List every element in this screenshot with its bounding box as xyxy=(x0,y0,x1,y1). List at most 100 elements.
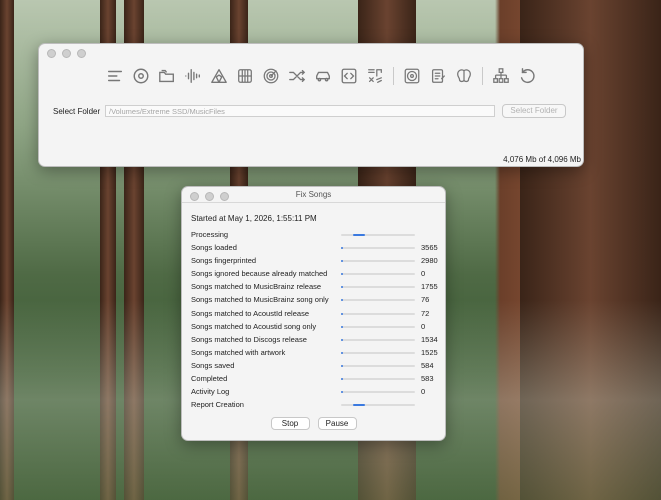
progress-row-value: 2980 xyxy=(421,256,438,266)
undo-icon[interactable] xyxy=(517,66,537,86)
progress-row-label: Completed xyxy=(191,374,228,384)
progress-bar-fill xyxy=(341,260,343,263)
progress-row: Songs ignored because already matched 0 xyxy=(191,268,441,281)
select-folder-button[interactable]: Select Folder xyxy=(502,104,566,118)
progress-row-label: Report Creation xyxy=(191,400,244,410)
disc-icon[interactable] xyxy=(131,66,151,86)
title-divider xyxy=(182,202,445,203)
flowchart-icon[interactable] xyxy=(491,66,511,86)
progress-bar-fill xyxy=(341,312,343,315)
clipboard-icon[interactable] xyxy=(428,66,448,86)
progress-bar-fill xyxy=(341,273,343,276)
progress-bar xyxy=(341,338,415,341)
progress-row-value: 583 xyxy=(421,374,434,384)
progress-bar xyxy=(341,351,415,354)
progress-row: Songs matched to AcoustId release 72 xyxy=(191,308,441,321)
progress-row: Songs matched to MusicBrainz song only 76 xyxy=(191,294,441,307)
progress-row: Processing xyxy=(191,229,441,242)
waveform-icon[interactable] xyxy=(183,66,203,86)
progress-bar-fill xyxy=(341,351,343,354)
progress-row: Songs matched to MusicBrainz release 1755 xyxy=(191,281,441,294)
progress-row: Songs matched to Acoustid song only 0 xyxy=(191,321,441,334)
progress-bar-fill xyxy=(341,364,343,367)
progress-row-label: Songs matched to Discogs release xyxy=(191,334,307,344)
progress-bar xyxy=(341,391,415,394)
progress-bar xyxy=(341,273,415,276)
progress-row-value: 1525 xyxy=(421,347,438,357)
close-window-button[interactable] xyxy=(47,49,56,58)
fix-songs-window: Fix Songs Started at May 1, 2026, 1:55:1… xyxy=(181,186,446,441)
progress-row: Completed 583 xyxy=(191,373,441,386)
window-controls xyxy=(47,49,86,58)
folder-path-field[interactable]: /Volumes/Extreme SSD/MusicFiles xyxy=(105,105,495,117)
progress-row-value: 3565 xyxy=(421,243,438,253)
progress-row-label: Songs fingerprinted xyxy=(191,256,257,266)
progress-row-label: Songs matched to Acoustid song only xyxy=(191,321,317,331)
progress-bar-fill xyxy=(341,247,343,250)
main-window: Select Folder /Volumes/Extreme SSD/Music… xyxy=(38,43,584,167)
progress-bar xyxy=(341,378,415,381)
progress-row-label: Songs loaded xyxy=(191,243,237,253)
target-icon[interactable] xyxy=(261,66,281,86)
progress-row-value: 0 xyxy=(421,321,426,331)
car-icon[interactable] xyxy=(313,66,333,86)
progress-bar-fill xyxy=(341,391,343,394)
progress-row-value: 0 xyxy=(421,387,426,397)
progress-bar-fill xyxy=(341,325,343,328)
progress-row-label: Songs ignored because already matched xyxy=(191,269,328,279)
progress-row: Songs saved 584 xyxy=(191,360,441,373)
progress-row-label: Songs saved xyxy=(191,360,235,370)
progress-row-value: 76 xyxy=(421,295,430,305)
progress-row: Songs matched with artwork 1525 xyxy=(191,347,441,360)
progress-row: Songs fingerprinted 2980 xyxy=(191,255,441,268)
tent-icon[interactable] xyxy=(209,66,229,86)
minimize-window-button[interactable] xyxy=(62,49,71,58)
progress-row-label: Songs matched to MusicBrainz song only xyxy=(191,295,329,305)
stop-button[interactable]: Stop xyxy=(270,417,310,430)
progress-row-label: Activity Log xyxy=(191,387,230,397)
started-timestamp: Started at May 1, 2026, 1:55:11 PM xyxy=(191,214,317,223)
progress-bar-fill xyxy=(341,378,343,381)
progress-row: Songs matched to Discogs release 1534 xyxy=(191,334,441,347)
action-buttons: Stop Pause xyxy=(182,417,445,430)
progress-bar xyxy=(341,325,415,328)
progress-row-value: 1534 xyxy=(421,334,438,344)
toolbar xyxy=(105,66,537,86)
grid-icon[interactable] xyxy=(235,66,255,86)
progress-bar-fill xyxy=(341,286,343,289)
select-folder-label: Select Folder xyxy=(53,106,101,116)
progress-list: Processing Songs loaded 3565 Songs fingerpr… xyxy=(191,229,441,412)
progress-bar xyxy=(341,260,415,263)
pause-button[interactable]: Pause xyxy=(317,417,357,430)
folders-icon[interactable] xyxy=(157,66,177,86)
progress-bar xyxy=(341,234,415,236)
progress-bar xyxy=(341,364,415,367)
progress-row: Activity Log 0 xyxy=(191,386,441,399)
progress-bar xyxy=(341,404,415,407)
progress-row-label: Songs matched to MusicBrainz release xyxy=(191,282,322,292)
list-icon[interactable] xyxy=(105,66,125,86)
progress-row-value: 0 xyxy=(421,269,426,279)
progress-bar-fill xyxy=(341,338,343,341)
progress-bar xyxy=(341,286,415,289)
progress-row: Songs loaded 3565 xyxy=(191,242,441,255)
progress-row-label: Songs matched to AcoustId release xyxy=(191,308,309,318)
code-icon[interactable] xyxy=(339,66,359,86)
progress-row-value: 1755 xyxy=(421,282,438,292)
memory-status: 4,076 Mb of 4,096 Mb xyxy=(503,155,581,164)
folder-row: Select Folder /Volumes/Extreme SSD/Music… xyxy=(53,104,566,118)
progress-bar-fill xyxy=(353,234,365,236)
shuffle-icon[interactable] xyxy=(287,66,307,86)
progress-bar xyxy=(341,312,415,315)
progress-row-value: 72 xyxy=(421,308,430,318)
progress-row-value: 584 xyxy=(421,360,434,370)
toolbar-separator xyxy=(482,67,483,85)
brain-icon[interactable] xyxy=(454,66,474,86)
progress-row-label: Processing xyxy=(191,230,229,239)
zoom-window-button[interactable] xyxy=(77,49,86,58)
cd-icon[interactable] xyxy=(402,66,422,86)
music-tags-icon[interactable] xyxy=(365,66,385,86)
progress-bar-fill xyxy=(353,404,365,407)
window-title: Fix Songs xyxy=(295,190,332,199)
progress-row: Report Creation xyxy=(191,399,441,412)
